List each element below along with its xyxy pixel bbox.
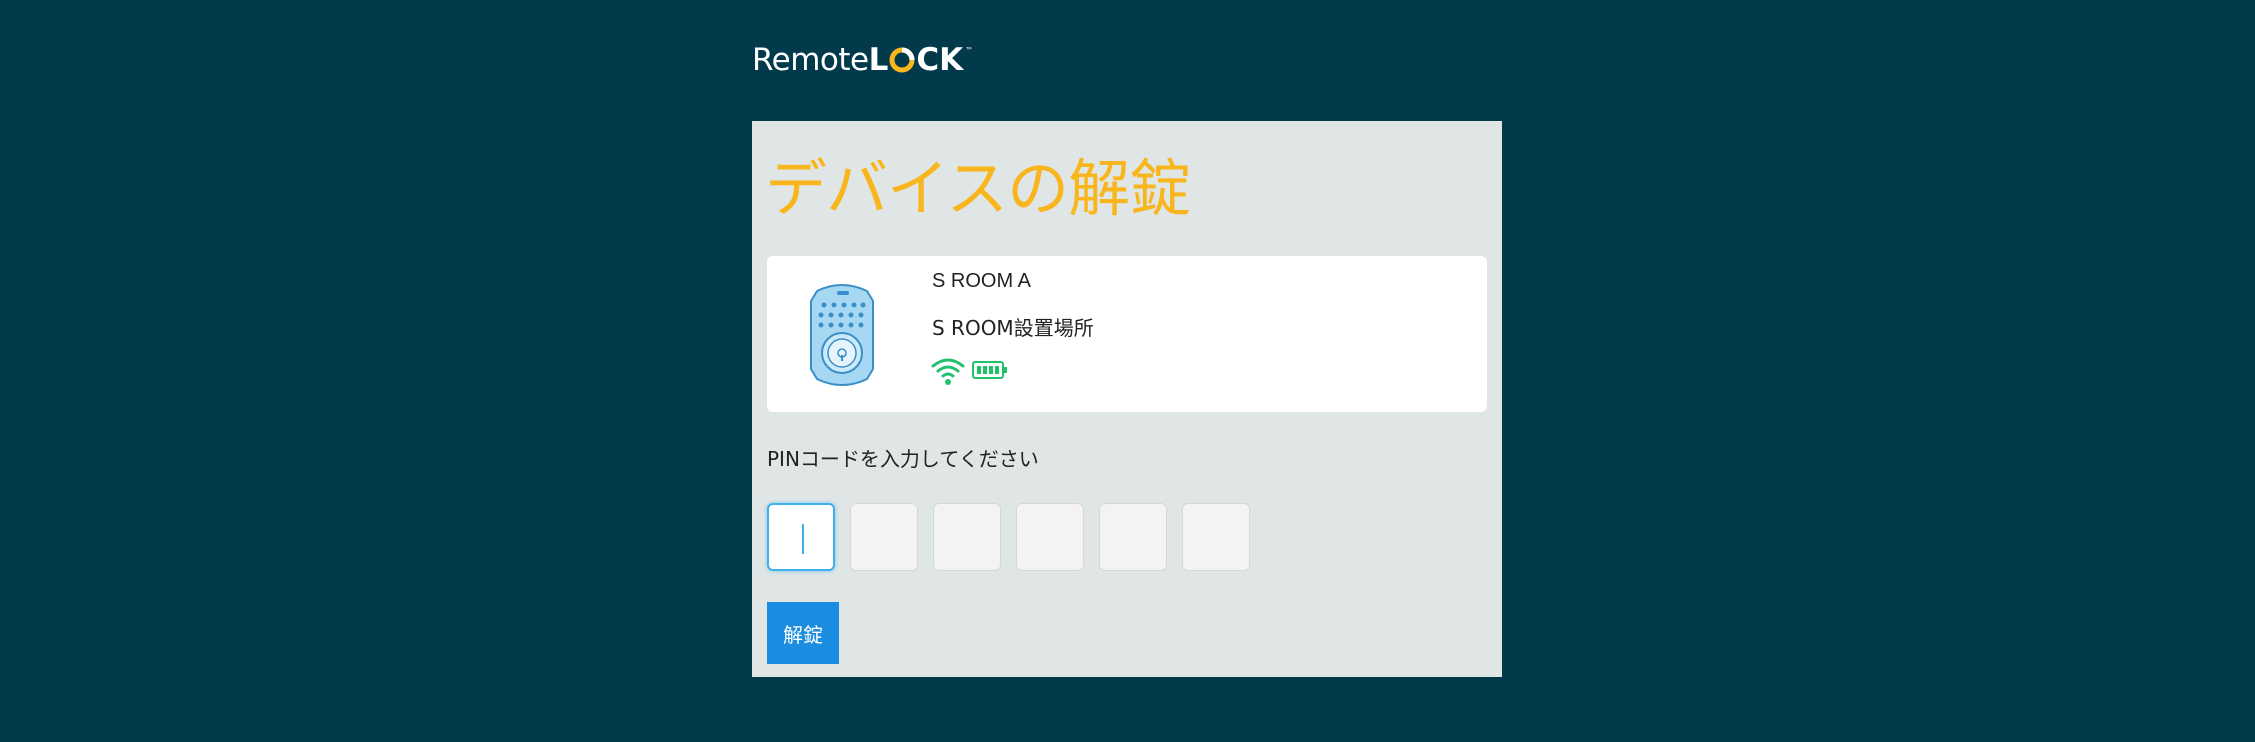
remotelock-logo: Remote L CK ™ bbox=[752, 42, 973, 78]
device-location: S ROOM設置場所 bbox=[932, 316, 1094, 340]
pin-digit-2[interactable] bbox=[850, 503, 918, 571]
wifi-icon bbox=[931, 358, 965, 385]
pin-digit-5[interactable] bbox=[1099, 503, 1167, 571]
pin-digit-1[interactable] bbox=[767, 503, 835, 571]
unlock-panel: デバイスの解錠 S ROOM A S ROOM設置場所 PINコードを入力してく… bbox=[752, 121, 1502, 677]
unlock-button[interactable]: 解錠 bbox=[767, 602, 839, 664]
battery-full-icon bbox=[972, 361, 1007, 379]
logo-lock-text: L CK bbox=[868, 42, 964, 78]
device-card: S ROOM A S ROOM設置場所 bbox=[767, 256, 1487, 412]
pin-prompt: PINコードを入力してください bbox=[767, 447, 1039, 471]
logo-o-ring-icon bbox=[889, 47, 915, 73]
pin-digit-3[interactable] bbox=[933, 503, 1001, 571]
text-caret bbox=[802, 524, 804, 554]
page-title: デバイスの解錠 bbox=[765, 152, 1191, 225]
logo-remote-text: Remote bbox=[752, 42, 869, 78]
pin-input-group bbox=[767, 503, 1250, 571]
deadbolt-lock-icon bbox=[810, 284, 874, 386]
pin-digit-6[interactable] bbox=[1182, 503, 1250, 571]
logo-trademark: ™ bbox=[965, 46, 974, 55]
pin-digit-4[interactable] bbox=[1016, 503, 1084, 571]
device-name: S ROOM A bbox=[932, 270, 1031, 292]
